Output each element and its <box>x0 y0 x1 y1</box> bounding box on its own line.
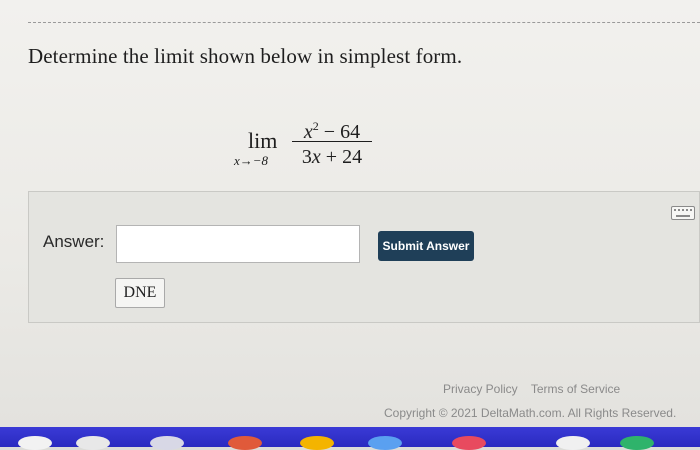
fraction-denominator: 3x + 24 <box>301 146 363 168</box>
question-prompt: Determine the limit shown below in simpl… <box>28 44 463 68</box>
keyboard-icon[interactable] <box>671 206 695 220</box>
copyright-text: Copyright © 2021 DeltaMath.com. All Righ… <box>384 406 677 420</box>
dock-app-icon[interactable] <box>76 436 110 450</box>
answer-input[interactable] <box>116 225 360 263</box>
dock-app-icon[interactable] <box>452 436 486 450</box>
answer-panel: Answer: Submit Answer DNE <box>28 191 700 323</box>
answer-label: Answer: <box>43 232 105 251</box>
dock-app-icon[interactable] <box>18 436 52 450</box>
privacy-policy-link[interactable]: Privacy Policy <box>443 382 518 396</box>
fraction: x2 − 64 3x + 24 <box>292 112 372 170</box>
dock-app-icon[interactable] <box>228 436 262 450</box>
limit-expression: lim x→−8 x2 − 64 3x + 24 <box>234 112 384 174</box>
terms-of-service-link[interactable]: Terms of Service <box>531 382 620 396</box>
lim-subscript: x→−8 <box>234 153 269 168</box>
top-divider <box>28 22 700 23</box>
dock-app-icon[interactable] <box>300 436 334 450</box>
lim-word: lim <box>248 128 278 153</box>
dock-app-icon[interactable] <box>368 436 402 450</box>
submit-answer-button[interactable]: Submit Answer <box>378 231 474 261</box>
dock-app-icon[interactable] <box>556 436 590 450</box>
page: Determine the limit shown below in simpl… <box>0 0 700 427</box>
footer-links: Privacy Policy Terms of Service <box>443 382 630 396</box>
dock-app-icon[interactable] <box>620 436 654 450</box>
dock-app-icon[interactable] <box>150 436 184 450</box>
dock-bar <box>0 427 700 450</box>
fraction-numerator: x2 − 64 <box>303 119 361 143</box>
dne-button[interactable]: DNE <box>115 278 165 308</box>
